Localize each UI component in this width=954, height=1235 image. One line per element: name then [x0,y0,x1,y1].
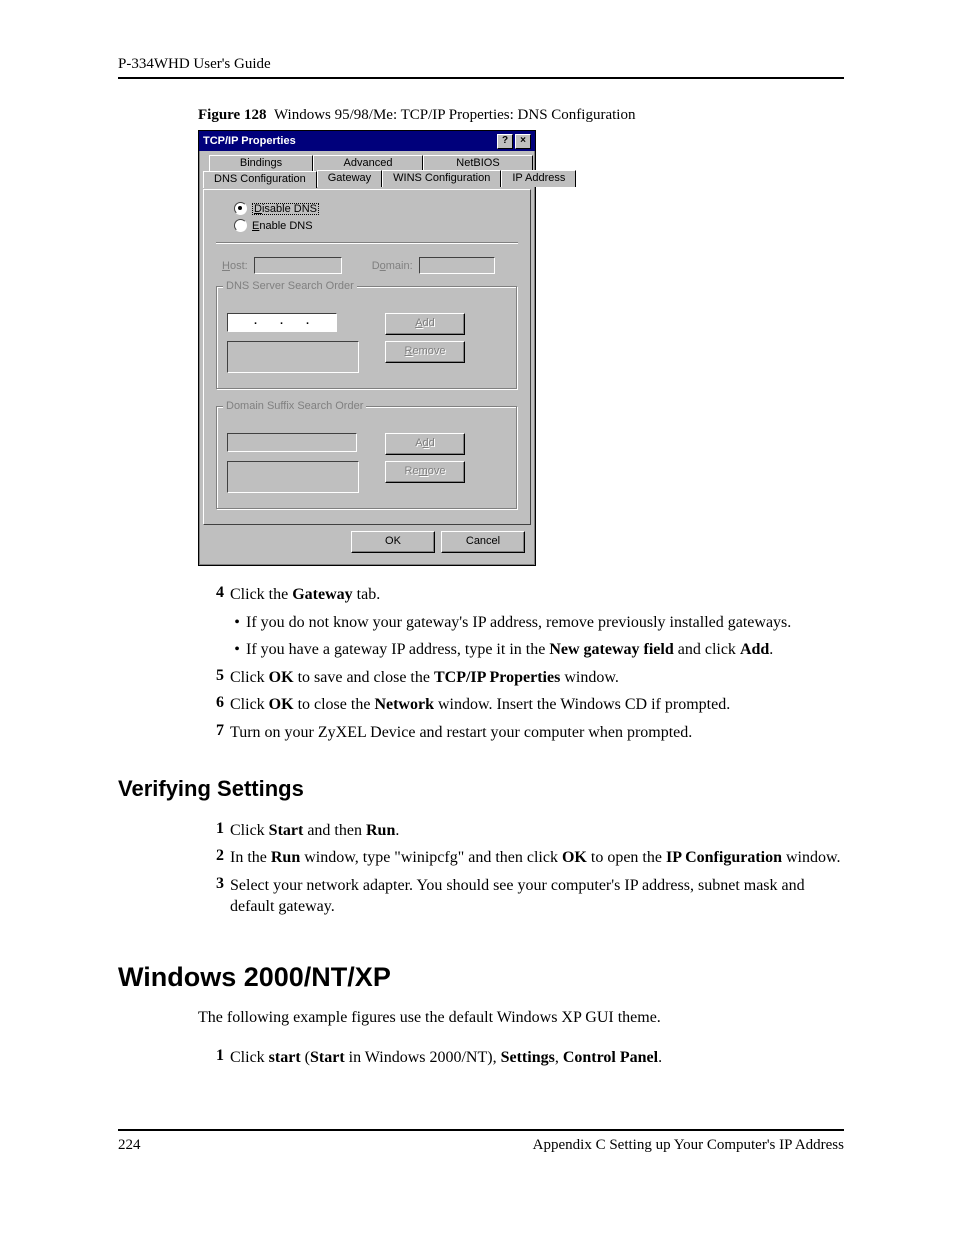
help-icon[interactable]: ? [497,134,513,149]
header-rule [118,77,844,79]
step-6-number: 6 [206,694,224,716]
dns-server-list[interactable] [227,341,359,373]
page-number: 224 [118,1137,141,1154]
tab-wins-configuration[interactable]: WINS Configuration [382,170,501,187]
dns-server-search-order-group: DNS Server Search Order . . . Add [216,286,518,390]
sub-item-1: If you do not know your gateway's IP add… [246,612,791,634]
vstep-2-number: 2 [206,847,224,869]
tcpip-properties-dialog: TCP/IP Properties ? × Bindings Advanced … [198,130,536,566]
host-label: Host: [222,260,248,272]
heading-verifying-settings: Verifying Settings [118,776,844,802]
radio-disable-dns[interactable] [234,202,247,215]
close-icon[interactable]: × [515,134,531,149]
vstep-3-text: Select your network adapter. You should … [230,875,844,918]
tab-ip-address[interactable]: IP Address [501,170,576,187]
domain-input[interactable] [419,257,495,274]
vstep-1-text: Click Start and then Run. [230,820,844,842]
dialog-title: TCP/IP Properties [203,135,296,147]
figure-label: Figure 128 [198,107,266,123]
domain-suffix-group-legend: Domain Suffix Search Order [223,400,366,412]
dns-ip-input[interactable]: . . . [227,313,337,332]
host-input[interactable] [254,257,342,274]
step-7-number: 7 [206,722,224,744]
tab-advanced[interactable]: Advanced [313,155,423,171]
tabstrip: Bindings Advanced NetBIOS DNS Configurat… [203,155,531,189]
header-guide: P-334WHD User's Guide [118,56,844,73]
radio-enable-dns-label: Enable DNS [252,220,313,232]
vstep-2-text: In the Run window, type "winipcfg" and t… [230,847,844,869]
figure-caption: Figure 128 Windows 95/98/Me: TCP/IP Prop… [198,107,844,124]
para-xp-intro: The following example figures use the de… [198,1007,844,1029]
step-6-text: Click OK to close the Network window. In… [230,694,844,716]
dns-server-group-legend: DNS Server Search Order [223,280,357,292]
appendix-label: Appendix C Setting up Your Computer's IP… [533,1137,844,1154]
step-7-text: Turn on your ZyXEL Device and restart yo… [230,722,844,744]
dns-add-button[interactable]: Add [385,313,465,335]
suffix-add-button[interactable]: Add [385,433,465,455]
xstep-1-number: 1 [206,1047,224,1069]
suffix-input[interactable] [227,433,357,452]
xstep-1-text: Click start (Start in Windows 2000/NT), … [230,1047,844,1069]
vstep-1-number: 1 [206,820,224,842]
titlebar[interactable]: TCP/IP Properties ? × [199,131,535,151]
radio-disable-dns-label: Disable DNS [252,203,319,215]
ok-button[interactable]: OK [351,531,435,553]
vstep-3-number: 3 [206,875,224,918]
tab-gateway[interactable]: Gateway [317,170,382,187]
step-4-text: Click the Gateway tab. [230,584,844,606]
dns-remove-button[interactable]: Remove [385,341,465,363]
tab-bindings[interactable]: Bindings [209,155,313,171]
suffix-remove-button[interactable]: Remove [385,461,465,483]
tab-dns-configuration[interactable]: DNS Configuration [203,171,317,188]
step-5-number: 5 [206,667,224,689]
bullet-icon: • [228,639,246,661]
domain-suffix-search-order-group: Domain Suffix Search Order Add Remove [216,406,518,510]
heading-windows-2000-nt-xp: Windows 2000/NT/XP [118,962,844,993]
tab-netbios[interactable]: NetBIOS [423,155,533,171]
tab-panel: Disable DNS Enable DNS Host: Domain: DNS… [203,189,531,525]
suffix-list[interactable] [227,461,359,493]
radio-enable-dns[interactable] [234,219,247,232]
step-4-number: 4 [206,584,224,606]
step-5-text: Click OK to save and close the TCP/IP Pr… [230,667,844,689]
bullet-icon: • [228,612,246,634]
sub-item-2: If you have a gateway IP address, type i… [246,639,773,661]
figure-caption-text: Windows 95/98/Me: TCP/IP Properties: DNS… [274,107,635,123]
domain-label: Domain: [372,260,413,272]
cancel-button[interactable]: Cancel [441,531,525,553]
